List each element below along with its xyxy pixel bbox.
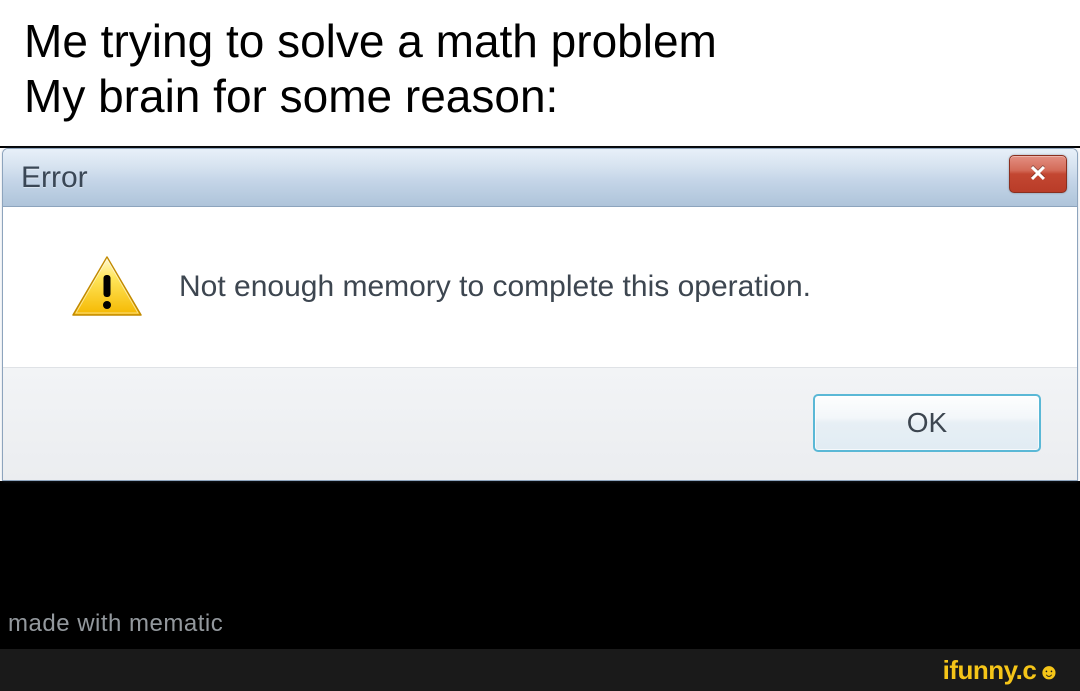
warning-icon — [71, 255, 143, 319]
ifunny-logo: ifunny.c☻ — [943, 655, 1060, 686]
ifunny-smile-icon: ☻ — [1037, 659, 1060, 685]
ok-button[interactable]: OK — [813, 394, 1041, 452]
dialog-body: Not enough memory to complete this opera… — [3, 207, 1077, 367]
error-message: Not enough memory to complete this opera… — [179, 270, 811, 304]
caption-line-1: Me trying to solve a math problem — [24, 14, 1056, 69]
caption-line-2: My brain for some reason: — [24, 69, 1056, 124]
ifunny-text: ifunny.c — [943, 655, 1037, 685]
mematic-watermark: made with mematic — [8, 610, 223, 638]
ifunny-bar: ifunny.c☻ — [0, 649, 1080, 691]
dialog-screenshot-area: Error ✕ — [0, 148, 1080, 481]
dialog-titlebar: Error ✕ — [3, 149, 1077, 207]
close-icon: ✕ — [1029, 161, 1047, 187]
close-button[interactable]: ✕ — [1009, 155, 1067, 193]
error-dialog: Error ✕ — [2, 148, 1078, 481]
caption-area: Me trying to solve a math problem My bra… — [0, 0, 1080, 146]
dialog-title: Error — [21, 161, 88, 195]
ok-button-label: OK — [907, 407, 947, 439]
dialog-footer: OK — [3, 367, 1077, 480]
